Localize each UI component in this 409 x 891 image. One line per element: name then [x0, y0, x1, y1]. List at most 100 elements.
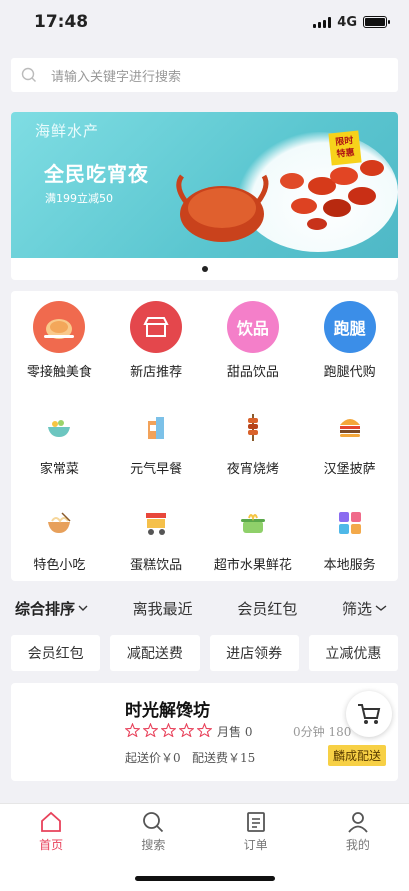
- pot-icon: [236, 506, 270, 540]
- profile-icon: [348, 812, 368, 833]
- order-icon: [246, 812, 265, 832]
- sort-member-label: 会员红包: [237, 599, 298, 618]
- category-item-bbq[interactable]: 夜宵烧烤: [205, 388, 302, 485]
- filter-chip[interactable]: 会员红包: [11, 635, 101, 671]
- tab-search-label: 搜索: [141, 838, 166, 852]
- promo-banner[interactable]: 海鲜水产 全民吃宵夜 满199立减50 限时 特惠: [11, 112, 398, 280]
- category-item-local-services[interactable]: 本地服务: [301, 484, 398, 581]
- category-item-cake-drinks[interactable]: 蛋糕饮品: [108, 484, 205, 581]
- home-icon: [41, 811, 62, 832]
- sort-comprehensive[interactable]: 综合排序: [15, 598, 88, 619]
- food-cart-icon: [139, 506, 173, 540]
- category-item-desserts-drinks[interactable]: 饮品 甜品饮品: [205, 291, 302, 388]
- skewer-icon: [236, 410, 270, 444]
- filter-chip[interactable]: 立减优惠: [308, 635, 398, 671]
- status-time: 17:48: [34, 12, 89, 32]
- home-indicator: [134, 876, 275, 881]
- banner-image[interactable]: 海鲜水产 全民吃宵夜 满199立减50 限时 特惠: [11, 112, 398, 258]
- filter-dropdown[interactable]: 筛选: [342, 598, 387, 619]
- category-label: 本地服务: [323, 558, 376, 574]
- category-item-contactless-food[interactable]: 零接触美食: [11, 291, 108, 388]
- cart-button[interactable]: [346, 691, 392, 737]
- errand-icon: 跑腿: [323, 301, 376, 353]
- star-icon: [197, 723, 212, 737]
- category-item-burger-pizza[interactable]: 汉堡披萨: [301, 388, 398, 485]
- delivery-fee: 配送费￥15: [192, 751, 256, 765]
- sort-nearest[interactable]: 离我最近: [133, 598, 193, 619]
- tab-profile-label: 我的: [345, 838, 370, 852]
- category-label: 蛋糕饮品: [130, 558, 183, 574]
- category-label: 元气早餐: [130, 461, 183, 477]
- quick-filters: 会员红包 减配送费 进店领券 立减优惠: [0, 635, 409, 671]
- grid-apps-icon: [333, 506, 367, 540]
- delivery-badge: 麟成配送: [327, 745, 386, 766]
- category-label: 家常菜: [39, 461, 79, 477]
- category-label: 甜品饮品: [226, 365, 279, 380]
- category-item-supermarket[interactable]: 超市水果鲜花: [205, 484, 302, 581]
- breakfast-icon: [139, 410, 173, 444]
- shop-card[interactable]: 时光解馋坊 月售 0 0分钟 180 起送价￥0 配送费￥15 麟成配送: [11, 683, 398, 781]
- roast-chicken-icon: [33, 301, 86, 353]
- category-label: 跑腿代购: [323, 365, 376, 380]
- monthly-sales: 月售 0: [217, 725, 253, 739]
- category-label: 特色小吃: [33, 558, 86, 574]
- category-item-new-stores[interactable]: 新店推荐: [108, 291, 205, 388]
- category-label: 超市水果鲜花: [213, 558, 292, 574]
- delivery-time-distance: 0分钟 180: [293, 725, 352, 739]
- sort-member[interactable]: 会员红包: [237, 598, 297, 619]
- battery-icon: [363, 16, 390, 28]
- banner-title: 全民吃宵夜: [44, 162, 149, 186]
- sort-nearest-label: 离我最近: [132, 599, 193, 618]
- bowl-icon: [42, 410, 76, 444]
- chevron-down-icon: [375, 605, 387, 611]
- sort-bar: 综合排序 离我最近 会员红包 筛选: [0, 581, 409, 635]
- rating-stars: [125, 723, 212, 737]
- burger-icon: [333, 410, 367, 444]
- signal-icon: [313, 16, 332, 28]
- noodle-bowl-icon: [42, 506, 76, 540]
- category-item-breakfast[interactable]: 元气早餐: [108, 388, 205, 485]
- filter-chip[interactable]: 进店领券: [209, 635, 299, 671]
- banner-subtitle: 满199立减50: [45, 192, 113, 205]
- carousel-indicator: [11, 258, 398, 280]
- search-placeholder[interactable]: 请输入关键字进行搜索: [51, 66, 181, 85]
- search-icon: [143, 812, 164, 833]
- star-icon: [179, 723, 194, 737]
- banner-category: 海鲜水产: [35, 122, 100, 140]
- tab-search[interactable]: 搜索: [102, 804, 204, 860]
- tab-profile[interactable]: 我的: [307, 804, 409, 860]
- category-grid: 零接触美食 新店推荐 饮品 甜品饮品 跑腿 跑腿代购 家常菜 元气早餐 夜宵烧烤…: [11, 291, 398, 581]
- limited-offer-seal: 限时 特惠: [328, 130, 362, 166]
- category-item-snacks[interactable]: 特色小吃: [11, 484, 108, 581]
- cart-icon: [358, 704, 381, 724]
- search-bar[interactable]: 请输入关键字进行搜索: [11, 58, 398, 92]
- shop-name: 时光解馋坊: [125, 701, 210, 721]
- category-label: 汉堡披萨: [323, 461, 376, 477]
- shop-icon: [130, 301, 183, 353]
- chevron-down-icon: [78, 605, 88, 611]
- star-icon: [125, 723, 140, 737]
- tab-orders[interactable]: 订单: [205, 804, 307, 860]
- tab-home[interactable]: 首页: [0, 804, 102, 860]
- filter-chip[interactable]: 减配送费: [110, 635, 200, 671]
- star-icon: [143, 723, 158, 737]
- bottom-tab-bar: 首页 搜索 订单 我的: [0, 803, 409, 891]
- search-icon: [21, 67, 36, 82]
- drink-icon-text: 饮品: [236, 319, 269, 338]
- min-order-price: 起送价￥0: [125, 751, 181, 765]
- filter-label: 筛选: [341, 599, 372, 618]
- category-item-home-dishes[interactable]: 家常菜: [11, 388, 108, 485]
- tab-home-label: 首页: [39, 838, 64, 852]
- star-icon: [161, 723, 176, 737]
- seal-line-2: 特惠: [336, 148, 356, 160]
- status-indicators: 4G: [313, 14, 390, 30]
- drink-icon: 饮品: [226, 301, 279, 353]
- sort-comprehensive-label: 综合排序: [15, 599, 76, 618]
- category-label: 夜宵烧烤: [226, 461, 279, 477]
- category-label: 新店推荐: [130, 365, 183, 380]
- carousel-dot: [201, 266, 208, 272]
- status-bar: 17:48 4G: [0, 0, 409, 44]
- network-label: 4G: [337, 14, 357, 30]
- category-label: 零接触美食: [26, 365, 92, 380]
- category-item-errand[interactable]: 跑腿 跑腿代购: [301, 291, 398, 388]
